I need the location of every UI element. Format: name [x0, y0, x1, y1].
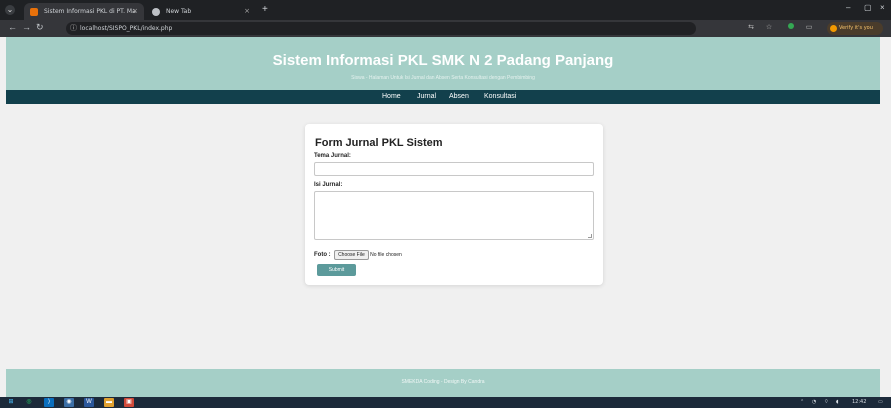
nav-link-jurnal[interactable]: Jurnal	[417, 90, 436, 104]
close-tab-icon[interactable]: ×	[244, 3, 250, 20]
nav-link-home[interactable]: Home	[382, 90, 401, 104]
site-footer: SMEKDA Coding - Design By Candra	[6, 369, 880, 397]
close-window-icon[interactable]: ×	[880, 3, 885, 12]
translate-icon[interactable]: ⇆	[746, 23, 756, 33]
extension-icon[interactable]	[786, 23, 796, 33]
form-title: Form Jurnal PKL Sistem	[315, 137, 443, 149]
file-status-text: No file chosen	[370, 252, 402, 258]
forward-icon[interactable]: →	[22, 22, 31, 32]
windows-taskbar: ⊞ ◎ ⟩ ◉ W ▬ ▣ ⌃ ◔ ⌔ ◖ 12:42 ▭	[0, 397, 891, 408]
isi-jurnal-label: Isi Jurnal:	[314, 182, 343, 188]
minimize-icon[interactable]: –	[846, 3, 850, 12]
wifi-icon[interactable]: ⌔	[824, 398, 829, 407]
browser-toolbar: ← → ↻ ⓘ localhost/SISPO_PKL/index.php ⇆ …	[0, 20, 891, 37]
tray-arrow-icon[interactable]: ⌃	[800, 398, 804, 407]
journal-form-card: Form Jurnal PKL Sistem Tema Jurnal: Isi …	[305, 124, 603, 285]
network-icon[interactable]: ◔	[812, 398, 816, 407]
profile-button[interactable]: Verify it's you	[827, 22, 883, 35]
tab-title: Sistem Informasi PKL di PT. Ma	[44, 8, 136, 15]
browser-menu-icon[interactable]: ⌄	[5, 5, 15, 15]
reload-icon[interactable]: ↻	[36, 22, 44, 33]
choose-file-button[interactable]: Choose File	[334, 250, 369, 260]
address-text: localhost/SISPO_PKL/index.php	[80, 25, 173, 32]
nav-link-absen[interactable]: Absen	[449, 90, 469, 104]
browser-tab-new-tab[interactable]: New Tab ×	[146, 3, 256, 20]
foto-file-row: Foto : Choose File No file chosen	[314, 250, 402, 260]
site-favicon-icon	[30, 8, 38, 16]
side-panel-icon[interactable]: ▭	[804, 23, 814, 33]
app-icon[interactable]: ▣	[124, 398, 134, 407]
isi-jurnal-textarea[interactable]	[314, 191, 594, 240]
browser-tab-bar: ⌄ Sistem Informasi PKL di PT. Ma × New T…	[0, 0, 891, 20]
new-tab-favicon-icon	[152, 8, 160, 16]
tema-jurnal-label: Tema Jurnal:	[314, 153, 351, 159]
tab-title: New Tab	[166, 8, 192, 15]
volume-icon[interactable]: ◖	[836, 398, 839, 407]
profile-avatar-icon	[830, 25, 837, 32]
main-nav: Home Jurnal Absen Konsultasi	[6, 90, 880, 104]
page-subtitle: Siswa - Halaman Untuk Isi Jurnal dan Abs…	[351, 75, 535, 81]
nav-link-konsultasi[interactable]: Konsultasi	[484, 90, 516, 104]
submit-button[interactable]: Submit	[317, 264, 356, 276]
resize-handle-icon[interactable]	[588, 234, 592, 238]
chrome-icon[interactable]: ◉	[64, 398, 74, 407]
vscode-icon[interactable]: ⟩	[44, 398, 54, 407]
foto-label: Foto :	[314, 252, 331, 258]
whatsapp-icon[interactable]: ◎	[24, 398, 34, 407]
profile-label: Verify it's you	[839, 25, 873, 31]
page-title: Sistem Informasi PKL SMK N 2 Padang Panj…	[272, 52, 614, 69]
site-info-icon[interactable]: ⓘ	[70, 22, 77, 35]
footer-text: SMEKDA Coding - Design By Candra	[401, 379, 485, 385]
word-icon[interactable]: W	[84, 398, 94, 407]
windows-start-icon[interactable]: ⊞	[6, 398, 16, 407]
notification-icon[interactable]: ▭	[878, 398, 883, 407]
address-bar[interactable]: ⓘ localhost/SISPO_PKL/index.php	[66, 22, 696, 35]
close-tab-icon[interactable]: ×	[132, 3, 138, 20]
site-header: Sistem Informasi PKL SMK N 2 Padang Panj…	[6, 37, 880, 90]
back-icon[interactable]: ←	[8, 22, 17, 32]
tema-jurnal-input[interactable]	[314, 162, 594, 176]
clock-time[interactable]: 12:42	[852, 398, 866, 407]
bookmark-star-icon[interactable]: ☆	[764, 23, 774, 33]
file-explorer-icon[interactable]: ▬	[104, 398, 114, 407]
browser-tab-active[interactable]: Sistem Informasi PKL di PT. Ma ×	[24, 3, 144, 20]
maximize-icon[interactable]: ▢	[864, 3, 872, 12]
new-tab-button[interactable]: +	[262, 3, 268, 17]
